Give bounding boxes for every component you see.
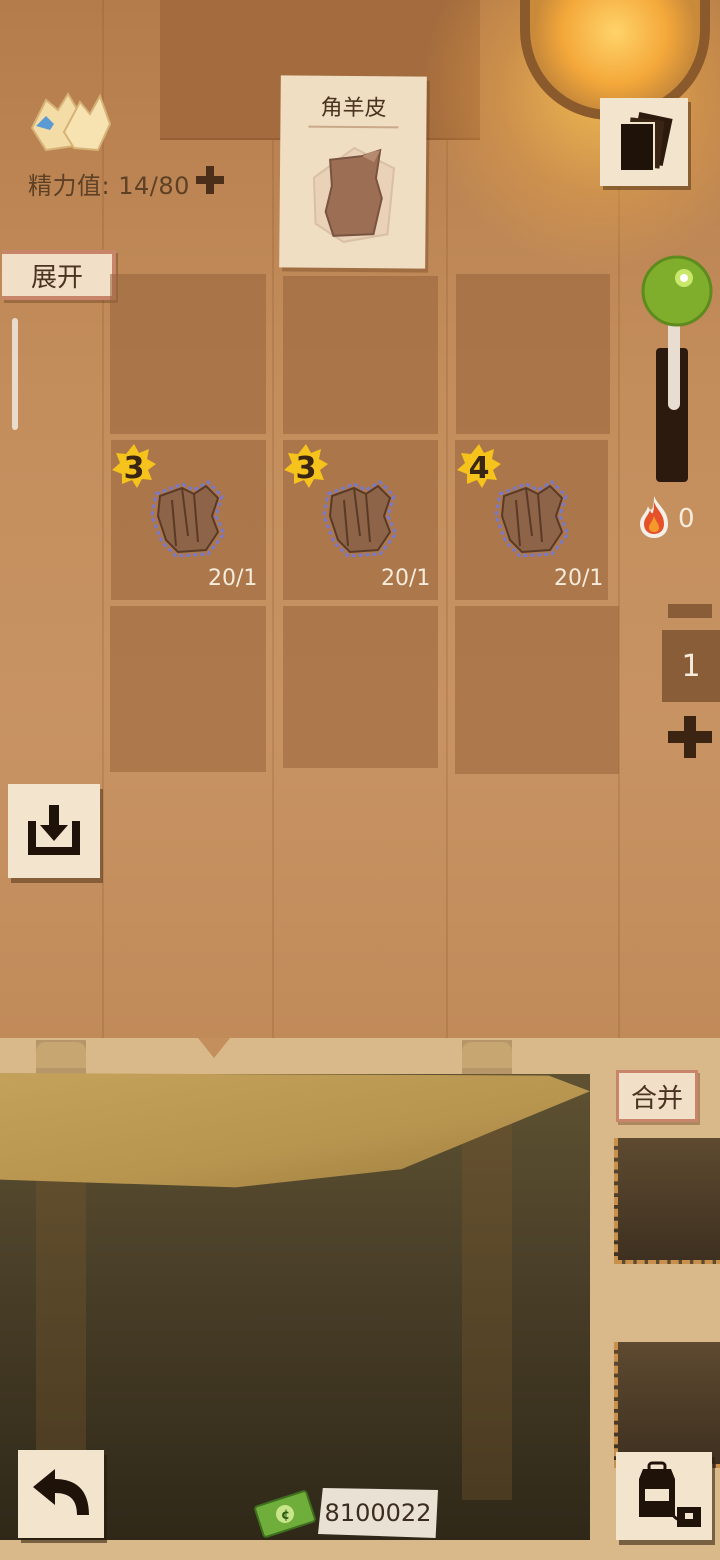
hide-leather-icon (312, 146, 396, 243)
item-count: 20/1 (554, 566, 604, 591)
cards-icon (619, 111, 673, 172)
box-post-cap (462, 1042, 512, 1068)
grid-slot-empty[interactable] (110, 274, 266, 434)
backpack-button[interactable] (616, 1452, 712, 1540)
cards-button[interactable] (600, 98, 688, 186)
item-count: 20/1 (381, 566, 431, 591)
fire-count: 0 (678, 504, 695, 534)
fire-icon (640, 496, 668, 538)
item-count: 20/1 (208, 566, 258, 591)
grid-slot-empty[interactable] (455, 606, 619, 774)
hide-leather-icon (494, 480, 570, 558)
side-tab-top (668, 604, 712, 618)
grid-slot-empty[interactable] (456, 274, 610, 434)
side-storage-box[interactable] (614, 1138, 720, 1264)
back-button[interactable] (18, 1450, 104, 1538)
box-post-cap (36, 1042, 86, 1068)
expand-button[interactable]: 展开 (2, 250, 116, 300)
divider (308, 125, 399, 129)
scrollbar[interactable] (12, 318, 18, 430)
add-tab-button[interactable] (668, 716, 712, 758)
item-card-title: 角羊皮 (320, 95, 387, 122)
grid-slot-empty[interactable] (283, 276, 438, 434)
money-balance: 8100022 (318, 1488, 438, 1538)
hide-leather-icon (322, 480, 398, 558)
energy-crystal-icon (30, 92, 112, 152)
backpack-icon (639, 1461, 701, 1527)
cash-icon: ¢ (254, 1490, 316, 1538)
grid-slot-empty[interactable] (283, 606, 438, 768)
game-scene: 精力值: 14/80 展开 角羊皮 3 20/1 3 20/1 4 20/1 0… (0, 0, 720, 1560)
grid-slot-empty[interactable] (110, 606, 266, 772)
merge-button[interactable]: 合并 (616, 1070, 698, 1122)
side-tab[interactable]: 1 (662, 630, 720, 702)
energy-value: 精力值: 14/80 (28, 172, 190, 200)
collect-button[interactable] (8, 784, 100, 878)
side-storage-box[interactable] (614, 1342, 720, 1468)
svg-text:¢: ¢ (281, 1508, 290, 1523)
hide-leather-icon (150, 480, 226, 558)
wood-plank-line (272, 0, 274, 1040)
add-energy-button[interactable] (194, 164, 226, 196)
green-orb-icon[interactable] (640, 254, 714, 328)
download-tray-icon (28, 805, 80, 855)
area-notch (198, 1038, 230, 1058)
item-card[interactable]: 角羊皮 (279, 75, 427, 269)
back-arrow-icon (33, 1469, 89, 1515)
